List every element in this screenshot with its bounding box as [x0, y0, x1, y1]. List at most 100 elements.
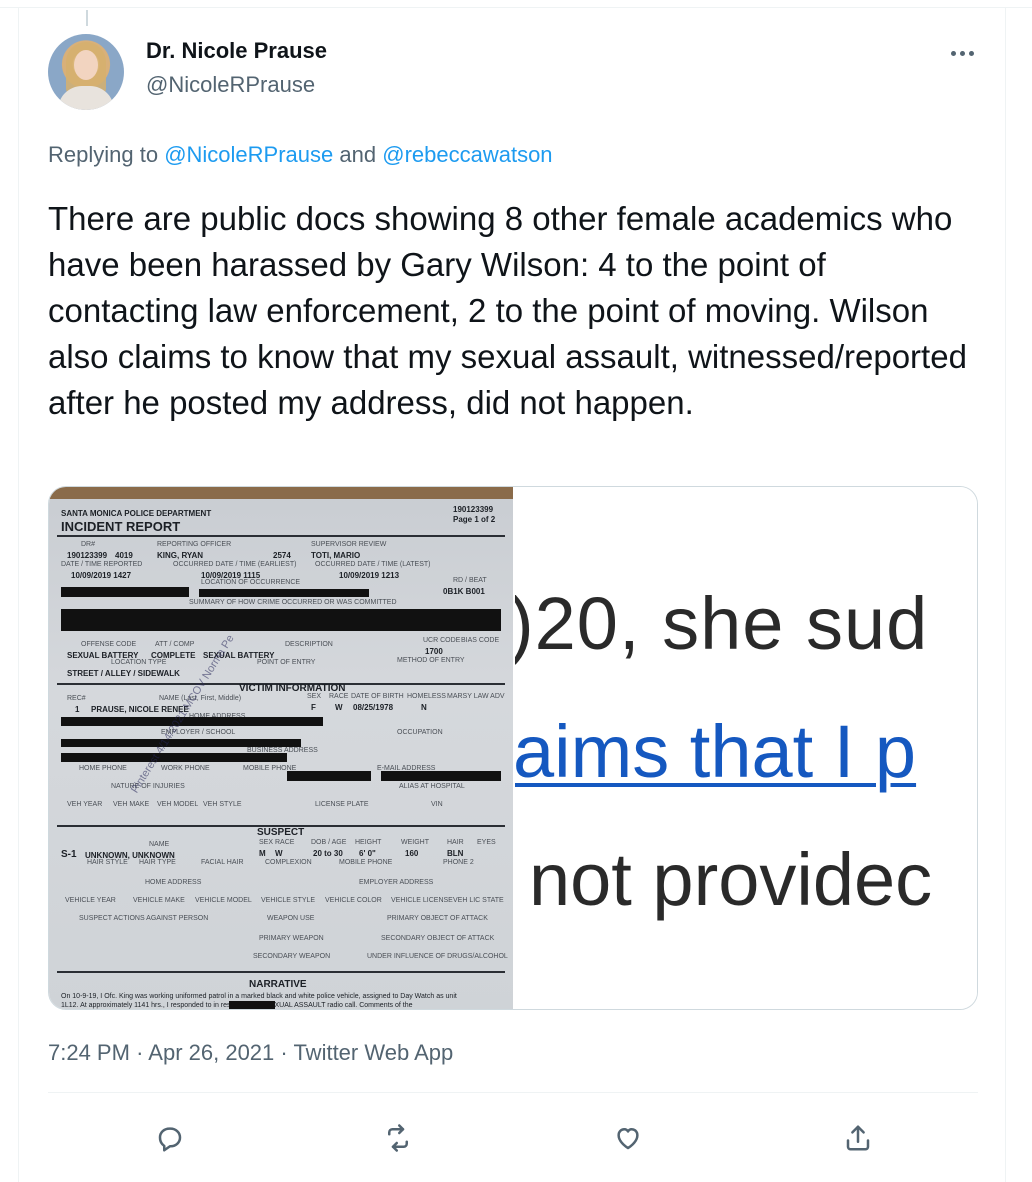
meta-separator: ·: [136, 1040, 144, 1065]
doc-vehmake-label: VEH MAKE: [113, 801, 150, 808]
doc-phone2-label: PHONE 2: [443, 859, 474, 866]
doc-sex-label: SEX: [307, 693, 322, 700]
redaction: [229, 1001, 275, 1009]
doc-page: Page 1 of 2: [453, 515, 496, 524]
doc-vehmodel-label: VEH MODEL: [157, 801, 199, 808]
doc-hospital-label: ALIAS AT HOSPITAL: [399, 783, 465, 790]
doc-desc-label: DESCRIPTION: [285, 641, 333, 648]
doc-primobj-label: PRIMARY OBJECT OF ATTACK: [387, 915, 488, 922]
tweet-actions: [48, 1108, 978, 1164]
doc-supervisor-label: SUPERVISOR REVIEW: [311, 541, 387, 548]
redaction: [61, 753, 287, 762]
doc-suspect-id: S-1: [61, 849, 77, 860]
reply-mention-1[interactable]: @NicoleRPrause: [164, 142, 333, 167]
doc-ucr: 1700: [425, 647, 443, 656]
doc-age-label: DOB / AGE: [311, 839, 347, 846]
reply-connector: and: [339, 142, 377, 167]
doc-vehstyle-label: VEH STYLE: [203, 801, 242, 808]
doc-secweapon-label: SECONDARY WEAPON: [253, 953, 331, 960]
doc-ssex: M: [259, 849, 266, 858]
doc-shaddr-label: HOME ADDRESS: [145, 879, 202, 886]
tweet-media[interactable]: SANTA MONICA POLICE DEPARTMENT INCIDENT …: [48, 486, 978, 1010]
more-dot: [950, 50, 956, 56]
redaction: [287, 771, 371, 781]
retweet-icon[interactable]: [378, 1118, 418, 1158]
doc-suspect-header: SUSPECT: [257, 827, 305, 838]
avatar-face: [74, 50, 98, 80]
doc-sheight: 6' 0": [359, 849, 376, 858]
doc-wphone-label: WORK PHONE: [161, 765, 210, 772]
author-handle[interactable]: @NicoleRPrause: [146, 72, 315, 98]
doc-empaddr-label: EMPLOYER ADDRESS: [359, 879, 434, 886]
tweet-meta: 7:24 PM · Apr 26, 2021 · Twitter Web App: [48, 1040, 453, 1066]
doc-vname: PRAUSE, NICOLE RENEE: [91, 705, 189, 714]
doc-occe-label: OCCURRED DATE / TIME (EARLIEST): [173, 561, 297, 568]
doc-loc-label: LOCATION OF OCCURRENCE: [201, 579, 301, 586]
doc-beat-label: RD / BEAT: [453, 577, 487, 584]
doc-vsex: F: [311, 703, 316, 712]
doc-hairstyle-label: HAIR STYLE: [87, 859, 128, 866]
doc-srace-label: RACE: [275, 839, 295, 846]
doc-sage: 20 to 30: [313, 849, 343, 858]
doc-poe-label: POINT OF ENTRY: [257, 659, 316, 666]
doc-homeless: N: [421, 703, 427, 712]
more-icon[interactable]: [944, 40, 980, 66]
doc-rule: [57, 971, 505, 973]
tweet-source[interactable]: Twitter Web App: [293, 1040, 453, 1065]
avatar[interactable]: [48, 34, 124, 110]
doc-supervisor: TOTI, MARIO: [311, 551, 361, 560]
tweet-time[interactable]: 7:24 PM: [48, 1040, 130, 1065]
author-name[interactable]: Dr. Nicole Prause: [146, 38, 327, 64]
zoomed-text-image[interactable]: )20, she sud aims that I p not providec: [515, 487, 977, 1009]
doc-vmodel-label: VEHICLE MODEL: [195, 897, 252, 904]
police-report-image[interactable]: SANTA MONICA POLICE DEPARTMENT INCIDENT …: [49, 487, 513, 1009]
doc-facialhair-label: FACIAL HAIR: [201, 859, 244, 866]
share-icon[interactable]: [838, 1118, 878, 1158]
reply-prefix: Replying to: [48, 142, 159, 167]
doc-plate-label: LICENSE PLATE: [315, 801, 369, 808]
redaction: [199, 589, 369, 597]
doc-hairtype-label: HAIR TYPE: [139, 859, 176, 866]
tweet-date[interactable]: Apr 26, 2021: [148, 1040, 274, 1065]
doc-vstyle-label: VEHICLE STYLE: [261, 897, 316, 904]
actions-divider: [48, 1092, 978, 1093]
doc-drn-label: DR#: [81, 541, 96, 548]
doc-sname-label: NAME: [149, 841, 170, 848]
doc-occupation-label: OCCUPATION: [397, 729, 443, 736]
doc-vin-label: VIN: [431, 801, 443, 808]
doc-srace: W: [275, 849, 283, 858]
doc-officer-no: 2574: [273, 551, 291, 560]
doc-occl: 10/09/2019 1213: [339, 571, 400, 580]
reply-icon[interactable]: [150, 1118, 190, 1158]
more-dot: [959, 50, 965, 56]
doc-vcolor-label: VEHICLE COLOR: [325, 897, 382, 904]
doc-loctype-label: LOCATION TYPE: [111, 659, 167, 666]
doc-officer: KING, RYAN: [157, 551, 204, 560]
doc-vyear-label: VEHICLE YEAR: [65, 897, 116, 904]
doc-vlicense-label: VEHICLE LICENSE: [391, 897, 453, 904]
doc-method-label: METHOD OF ENTRY: [397, 657, 465, 664]
zoom-line-1: )20, she sud: [515, 582, 929, 665]
tweet-text: There are public docs showing 8 other fe…: [48, 200, 967, 421]
redaction: [61, 609, 501, 631]
doc-report-no: 190123399: [453, 505, 494, 514]
wood-background: [49, 487, 513, 499]
doc-drn: 190123399: [67, 551, 108, 560]
doc-rule: [57, 535, 505, 537]
doc-secobj-label: SECONDARY OBJECT OF ATTACK: [381, 935, 495, 942]
redaction: [61, 587, 189, 597]
doc-primweapon-label: PRIMARY WEAPON: [259, 935, 324, 942]
doc-vlicstate-label: VEH LIC STATE: [453, 897, 504, 904]
doc-narrative-1: On 10-9-19, I Ofc. King was working unif…: [61, 993, 457, 1000]
zoom-line-3: not providec: [529, 838, 933, 921]
doc-rec-label: REC#: [67, 695, 86, 702]
timeline-separator: [0, 0, 1032, 8]
like-icon[interactable]: [608, 1118, 648, 1158]
doc-hair-label: HAIR: [447, 839, 464, 846]
meta-separator: ·: [280, 1040, 288, 1065]
reply-mention-2[interactable]: @rebeccawatson: [382, 142, 552, 167]
doc-eyes-label: EYES: [477, 839, 496, 846]
doc-ssex-label: SEX: [259, 839, 274, 846]
doc-height-label: HEIGHT: [355, 839, 382, 846]
doc-actions-label: SUSPECT ACTIONS AGAINST PERSON: [79, 915, 209, 922]
